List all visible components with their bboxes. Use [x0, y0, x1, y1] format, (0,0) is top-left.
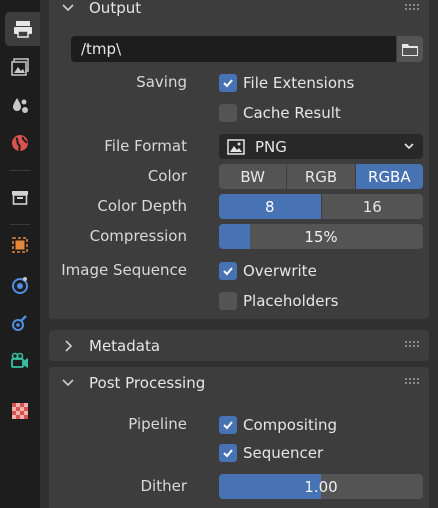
checkbox-checked	[219, 444, 237, 462]
panel-title: Post Processing	[89, 374, 206, 392]
color-mode-selector: BW RGB RGBA	[219, 164, 423, 189]
file-format-dropdown[interactable]: PNG	[219, 134, 423, 159]
saving-label: Saving	[136, 73, 187, 91]
collection-box-icon	[12, 191, 28, 205]
color-bw-button[interactable]: BW	[219, 164, 288, 189]
tab-view-layer[interactable]	[3, 50, 37, 84]
compositing-checkbox[interactable]: Compositing	[219, 416, 337, 434]
dither-slider[interactable]: 1.00	[219, 474, 423, 499]
object-cube-icon	[12, 237, 28, 253]
checkbox-unchecked	[219, 104, 237, 122]
drag-grip-icon[interactable]	[405, 341, 419, 349]
scene-icon	[13, 98, 28, 113]
metadata-panel: Metadata	[49, 330, 429, 361]
world-icon	[12, 135, 28, 152]
output-path-field[interactable]: /tmp\	[71, 36, 396, 62]
physics-icon	[12, 277, 28, 294]
compression-value: 15%	[304, 227, 338, 246]
checkmark-icon	[223, 421, 233, 430]
checkmark-icon	[223, 79, 233, 88]
compositing-label: Compositing	[243, 416, 338, 434]
pipeline-label: Pipeline	[128, 415, 187, 433]
placeholders-checkbox[interactable]: Placeholders	[219, 292, 338, 310]
cache-result-checkbox[interactable]: Cache Result	[219, 104, 341, 122]
tab-divider	[10, 170, 30, 171]
tab-texture[interactable]	[3, 394, 37, 428]
tab-scene[interactable]	[3, 88, 37, 122]
color-depth-8-button[interactable]: 8	[219, 194, 322, 219]
chevron-down-icon	[62, 4, 74, 12]
color-depth-label: Color Depth	[97, 197, 187, 215]
constraint-icon	[12, 315, 27, 331]
post-processing-panel-header[interactable]: Post Processing	[49, 367, 429, 399]
output-panel: Output /tmp\ Saving File Extensions Cach…	[49, 0, 429, 319]
drag-grip-icon[interactable]	[405, 4, 419, 12]
overwrite-label: Overwrite	[243, 262, 317, 280]
printer-icon	[13, 21, 32, 38]
tab-modifiers[interactable]	[3, 268, 37, 302]
tab-world[interactable]	[3, 126, 37, 160]
checkmark-icon	[223, 449, 233, 458]
output-panel-header[interactable]: Output	[49, 0, 429, 23]
checkbox-checked	[219, 74, 237, 92]
checkbox-checked	[219, 262, 237, 280]
checkmark-icon	[223, 267, 233, 276]
browse-folder-button[interactable]	[397, 36, 423, 62]
file-format-value: PNG	[255, 137, 287, 156]
panel-title: Metadata	[89, 336, 161, 355]
image-file-icon	[227, 138, 245, 155]
checker-texture-icon	[12, 403, 28, 419]
overwrite-checkbox[interactable]: Overwrite	[219, 262, 317, 280]
properties-tab-bar	[0, 0, 40, 508]
color-label: Color	[147, 167, 187, 185]
camera-icon	[11, 352, 28, 368]
chevron-down-icon	[404, 143, 414, 150]
placeholders-label: Placeholders	[243, 292, 339, 310]
file-format-label: File Format	[104, 137, 187, 155]
cache-result-label: Cache Result	[243, 104, 341, 122]
tab-object[interactable]	[3, 228, 37, 262]
color-depth-16-button[interactable]: 16	[321, 194, 423, 219]
panel-title: Output	[89, 0, 142, 17]
color-depth-selector: 8 16	[219, 194, 423, 219]
color-rgba-button[interactable]: RGBA	[355, 164, 423, 189]
sequencer-checkbox[interactable]: Sequencer	[219, 444, 323, 462]
sequencer-label: Sequencer	[243, 444, 324, 462]
compression-slider[interactable]: 15%	[219, 224, 423, 249]
tab-data-camera[interactable]	[3, 344, 37, 378]
dither-label: Dither	[140, 477, 187, 495]
file-extensions-label: File Extensions	[243, 74, 355, 92]
properties-editor: Output /tmp\ Saving File Extensions Cach…	[40, 0, 438, 508]
chevron-down-icon	[62, 379, 74, 387]
dither-value: 1.00	[304, 477, 338, 496]
folder-icon	[402, 44, 418, 56]
compression-label: Compression	[89, 227, 187, 245]
tab-output[interactable]	[5, 12, 40, 46]
checkbox-unchecked	[219, 292, 237, 310]
chevron-right-icon	[65, 339, 73, 352]
tab-divider	[10, 224, 30, 225]
tab-constraints[interactable]	[3, 306, 37, 340]
image-sequence-label: Image Sequence	[61, 261, 187, 279]
metadata-panel-header[interactable]: Metadata	[49, 330, 429, 361]
post-processing-panel: Post Processing Pipeline Compositing Seq…	[49, 367, 429, 508]
file-extensions-checkbox[interactable]: File Extensions	[219, 74, 354, 92]
checkbox-checked	[219, 416, 237, 434]
color-rgb-button[interactable]: RGB	[287, 164, 356, 189]
image-icon	[11, 58, 29, 76]
tab-collection[interactable]	[3, 180, 37, 214]
drag-grip-icon[interactable]	[405, 378, 419, 386]
